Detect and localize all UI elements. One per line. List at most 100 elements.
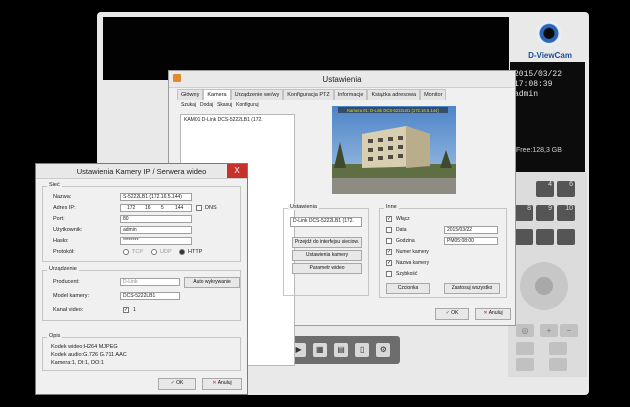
godzina-select[interactable]: PM05:08:00 xyxy=(444,237,498,245)
dialog-ok-label: OK xyxy=(176,380,184,386)
ip-octet-4: 144 xyxy=(175,205,184,211)
password-input[interactable]: ******** xyxy=(120,237,192,245)
data-checkbox[interactable] xyxy=(386,227,392,233)
model-label: Model kamery: xyxy=(53,293,90,299)
status-panel: 2015/03/22 17:08:39 admin Free:128,3 GB xyxy=(510,62,585,172)
kanal-label: Kanał video: xyxy=(53,307,84,313)
layout-10-icon[interactable]: 10 xyxy=(557,205,575,221)
web-interface-button[interactable]: Przejdź do interfejsu sieciow. xyxy=(292,237,362,248)
document-icon[interactable]: ▯ xyxy=(355,343,370,357)
model-select[interactable]: DCS-5222LB1 xyxy=(120,292,180,300)
settings-icon[interactable]: ⚙ xyxy=(376,343,391,357)
producent-select[interactable]: D-Link xyxy=(120,278,180,286)
layout-6-icon[interactable]: 6 xyxy=(557,181,575,197)
http-radio[interactable] xyxy=(179,249,185,255)
opis-line: Kamera:1, DI:1, DO:1 xyxy=(51,360,104,366)
opis-line: Kodek wideo:H264 MJPEG xyxy=(51,344,118,350)
tcp-label: TCP xyxy=(132,249,143,255)
apply-all-button[interactable]: Zastosuj wszystko xyxy=(444,283,500,294)
layout-8-icon[interactable]: 8 xyxy=(515,205,533,221)
iris-close-icon[interactable] xyxy=(549,358,567,371)
nazwa-input[interactable]: S-5222LB1 (172.16.5.144) xyxy=(120,193,192,201)
opis-line: Kodek audio:G.726 G.711 AAC xyxy=(51,352,127,358)
preview-overlay-text: Kamera 01: D-Link DCS-5222LB1 (172.16.5.… xyxy=(347,108,439,113)
tcp-radio[interactable] xyxy=(123,249,129,255)
tab-glowny[interactable]: Główny xyxy=(177,89,204,100)
delete-button[interactable]: Skasuj xyxy=(217,102,232,108)
kanal-value: 1 xyxy=(133,307,137,313)
layout-icon[interactable]: ▤ xyxy=(333,343,348,357)
status-time: 17:08:39 xyxy=(514,80,553,89)
data-select[interactable]: 2015/03/22 xyxy=(444,226,498,234)
status-date: 2015/03/22 xyxy=(514,70,563,79)
font-button[interactable]: Czcionka xyxy=(386,283,430,294)
brand-name: D-ViewCam xyxy=(528,51,572,60)
dialog-ok-button[interactable]: ✓ OK xyxy=(158,378,196,390)
app-icon xyxy=(173,74,181,82)
user-input[interactable]: admin xyxy=(120,226,192,234)
wlacz-label: Włącz xyxy=(396,216,410,222)
settings-title: Ustawienia xyxy=(169,71,515,88)
sequence-icon[interactable] xyxy=(557,229,575,245)
add-button[interactable]: Dodaj xyxy=(200,102,213,108)
ip-octet-1: 172 xyxy=(127,205,136,211)
producent-label: Producent: xyxy=(53,279,80,285)
zoom-in-icon[interactable]: + xyxy=(540,324,558,337)
godzina-checkbox[interactable] xyxy=(386,238,392,244)
settings-tabs: Główny Kamera Urządzenie we/wy Konfigura… xyxy=(177,89,447,100)
settings-cancel-label: Anuluj xyxy=(488,310,503,316)
nazwa-label: Nazwa kamery xyxy=(396,260,430,266)
camera-settings-button[interactable]: Ustawienia kamery xyxy=(292,250,362,261)
szybkosc-label: Szybkość xyxy=(396,271,418,277)
binoculars-icon[interactable]: ◎ xyxy=(516,324,534,337)
focus-near-icon[interactable] xyxy=(516,342,534,355)
camera-toolbar: Szukaj Dodaj Skasuj Konfiguruj xyxy=(181,102,259,108)
focus-far-icon[interactable] xyxy=(549,342,567,355)
tab-urzadzenie[interactable]: Urządzenie we/wy xyxy=(230,89,284,100)
timeline-icon[interactable]: ▦ xyxy=(312,343,327,357)
layout-9-icon[interactable]: 9 xyxy=(536,205,554,221)
ip-octet-3: 5 xyxy=(161,205,164,211)
dialog-cancel-button[interactable]: ✕ Anuluj xyxy=(202,378,242,390)
tab-ptz[interactable]: Konfiguracja PTZ xyxy=(283,89,334,100)
port-input[interactable]: 80 xyxy=(120,215,192,223)
layout-16-icon[interactable] xyxy=(515,229,533,245)
layout-1-icon[interactable]: 4 xyxy=(536,181,554,197)
settings-ok-label: OK xyxy=(451,310,459,316)
urzadzenie-group: Urządzenie Producent: D-Link Auto wykryw… xyxy=(42,266,241,321)
search-button[interactable]: Szukaj xyxy=(181,102,196,108)
tab-ksiazka[interactable]: Książka adresowa xyxy=(367,89,421,100)
configure-button[interactable]: Konfiguruj xyxy=(236,102,259,108)
tab-informacje[interactable]: Informacje xyxy=(333,89,368,100)
video-params-button[interactable]: Parametr wideo xyxy=(292,263,362,274)
http-label: HTTP xyxy=(188,249,203,255)
nazwa-label: Nazwa: xyxy=(53,194,72,200)
ip-octet-2: 16 xyxy=(145,205,151,211)
ptz-dpad[interactable] xyxy=(520,262,568,310)
zoom-out-icon[interactable]: − xyxy=(560,324,578,337)
close-icon[interactable]: X xyxy=(227,164,247,178)
numer-checkbox[interactable]: ✓ xyxy=(386,249,392,255)
user-label: Użytkownik: xyxy=(53,227,83,233)
ip-input[interactable]: 172 16 5 144 xyxy=(120,204,192,212)
tab-monitor[interactable]: Monitor xyxy=(420,89,447,100)
fullscreen-icon[interactable] xyxy=(536,229,554,245)
ustawienia-group: Ustawienia D-Link DCS-5222LB1 (172. Prze… xyxy=(283,204,369,296)
ip-label: Adres IP: xyxy=(53,205,76,211)
dns-checkbox[interactable] xyxy=(196,205,202,211)
nazwa-checkbox[interactable]: ✓ xyxy=(386,260,392,266)
auto-detect-button[interactable]: Auto wykrywanie xyxy=(184,277,240,288)
udp-radio[interactable] xyxy=(151,249,157,255)
settings-cancel-button[interactable]: ✕ Anuluj xyxy=(475,308,511,320)
kanal-checkbox[interactable]: ✓ xyxy=(123,307,129,313)
inne-group: Inne ✓ Włącz Data 2015/03/22 Godzina PM0… xyxy=(379,204,507,298)
inne-group-label: Inne xyxy=(384,204,399,210)
tab-kamera[interactable]: Kamera xyxy=(203,89,231,100)
home-icon[interactable] xyxy=(535,277,553,295)
camera-list-item[interactable]: KAM01 D-Link DCS-5222LB1 (172. xyxy=(184,117,263,123)
szybkosc-checkbox[interactable] xyxy=(386,271,392,277)
data-label: Data xyxy=(396,227,407,233)
iris-open-icon[interactable] xyxy=(516,358,534,371)
settings-ok-button[interactable]: ✓ OK xyxy=(435,308,469,320)
wlacz-checkbox[interactable]: ✓ xyxy=(386,216,392,222)
